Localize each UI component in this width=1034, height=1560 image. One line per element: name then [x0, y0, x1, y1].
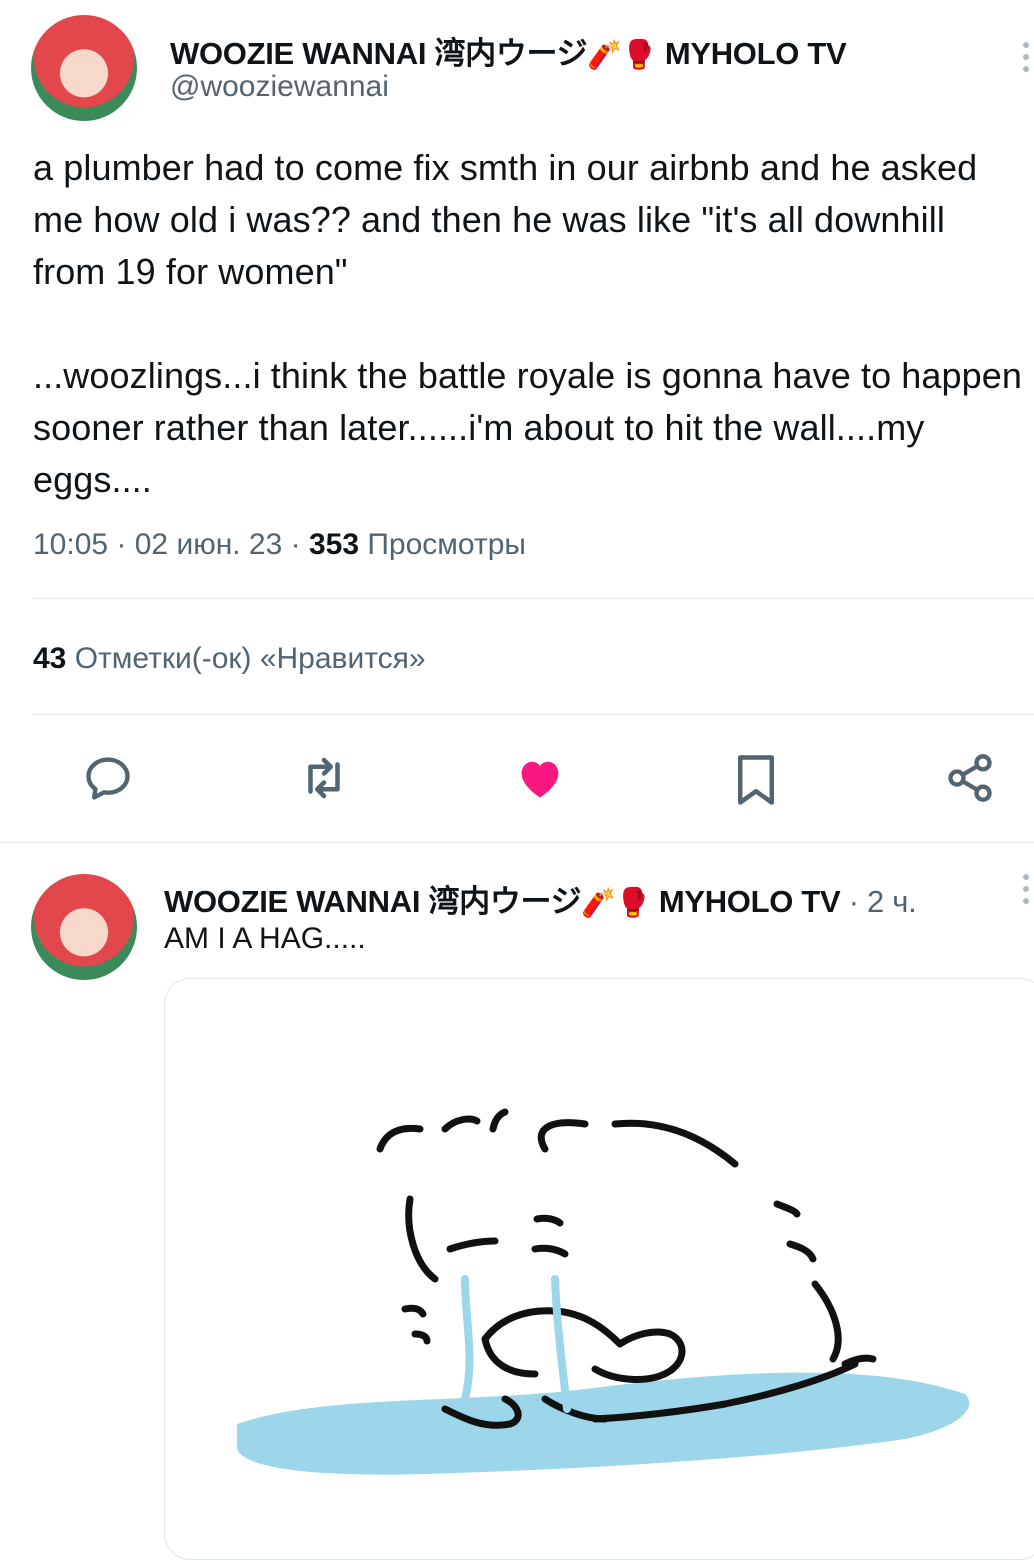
crying-blob-drawing [237, 1108, 970, 1475]
bookmark-icon [738, 755, 774, 805]
reply-author-avatar[interactable] [31, 874, 137, 980]
divider [0, 842, 1034, 843]
like-button[interactable] [512, 750, 568, 806]
reply-icon [86, 757, 130, 800]
reply-timestamp[interactable]: · 2 ч. [840, 884, 917, 919]
heart-filled-icon [521, 761, 559, 798]
bookmark-button[interactable] [728, 752, 784, 808]
firecracker-emoji: 🧨 [581, 887, 616, 918]
share-icon [948, 754, 992, 802]
retweet-icon [308, 757, 340, 799]
views-count: 353 [308, 528, 360, 561]
reply-display-name: WOOZIE WANNAI 湾内ウージ [164, 884, 582, 919]
reply-display-name-suffix: MYHOLO TV [658, 884, 841, 919]
likes-summary[interactable]: 43 Отметки(-ок) «Нравится» [33, 642, 426, 676]
reply-text: AM I A HAG..... [164, 922, 366, 955]
more-options-icon[interactable] [1020, 42, 1032, 72]
reply-author-line[interactable]: WOOZIE WANNAI 湾内ウージ🧨🥊 MYHOLO TV · 2 ч. [164, 876, 917, 921]
boxing-glove-emoji: 🥊 [615, 887, 651, 918]
author-handle[interactable]: @wooziewannai [170, 70, 389, 104]
tweet-meta: 10:05 · 02 июн. 23 · 353 Просмотры [33, 528, 526, 562]
tweet-text: a plumber had to come fix smth in our ai… [33, 147, 1023, 500]
reply-more-options-icon[interactable] [1020, 874, 1032, 904]
views-label: Просмотры [359, 528, 526, 561]
divider [33, 598, 1034, 599]
tweet-timestamp[interactable]: 10:05 · 02 июн. 23 · [33, 528, 309, 561]
reply-button[interactable] [80, 750, 136, 806]
firecracker-emoji: 🧨 [587, 39, 622, 70]
display-name-suffix: MYHOLO TV [664, 36, 847, 71]
likes-label: Отметки(-ок) «Нравится» [66, 642, 426, 675]
retweet-button[interactable] [296, 750, 352, 806]
reply-media[interactable] [164, 978, 1034, 1560]
boxing-glove-emoji: 🥊 [621, 39, 657, 70]
divider [33, 714, 1034, 715]
author-avatar[interactable] [31, 15, 137, 121]
share-button[interactable] [942, 750, 998, 806]
display-name-text: WOOZIE WANNAI 湾内ウージ [170, 36, 588, 71]
likes-count: 43 [33, 642, 67, 675]
author-display-name[interactable]: WOOZIE WANNAI 湾内ウージ🧨🥊 MYHOLO TV [170, 28, 847, 73]
